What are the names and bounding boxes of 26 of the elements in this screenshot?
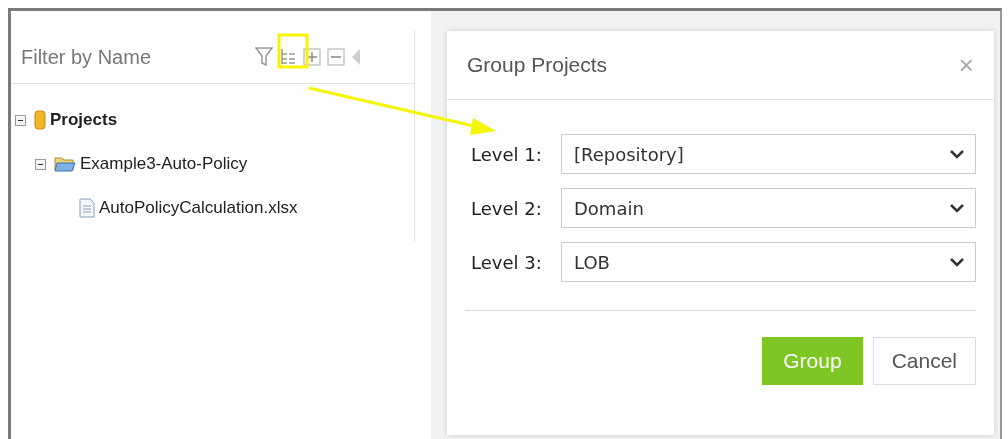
collapse-panel-icon[interactable] — [351, 47, 361, 67]
hierarchy-icon[interactable] — [279, 47, 297, 67]
tree-item[interactable]: AutoPolicyCalculation.xlsx — [99, 198, 298, 218]
cylinder-icon — [34, 109, 46, 131]
dropdown[interactable]: LOB — [561, 242, 976, 282]
expand-all-icon[interactable] — [303, 48, 321, 66]
highlight-box — [277, 33, 309, 69]
collapse-toggle[interactable] — [15, 114, 26, 126]
chevron-icon — [949, 149, 965, 159]
field-label: Level 2: — [471, 197, 543, 219]
field-label: Level 1: — [471, 143, 543, 165]
chevron-icon — [949, 257, 965, 267]
field-label: Level 3: — [471, 251, 543, 273]
dropdown[interactable]: Domain — [561, 188, 976, 228]
collapse-toggle[interactable] — [35, 158, 46, 170]
tree-item[interactable]: Projects — [50, 110, 118, 130]
tree-item[interactable]: Example3-Auto-Policy — [80, 154, 248, 174]
dialog-title: Group Projects — [467, 53, 608, 77]
dropdown[interactable]: [Repository] — [561, 134, 976, 174]
filter-icon[interactable] — [255, 46, 273, 68]
cancel-button[interactable]: Cancel — [872, 337, 976, 385]
collapse-all-icon[interactable] — [327, 48, 345, 66]
document-icon — [79, 198, 95, 218]
chevron-icon — [949, 203, 965, 213]
filter-field[interactable]: Filter by Name — [19, 44, 249, 70]
folder-icon — [54, 156, 76, 172]
